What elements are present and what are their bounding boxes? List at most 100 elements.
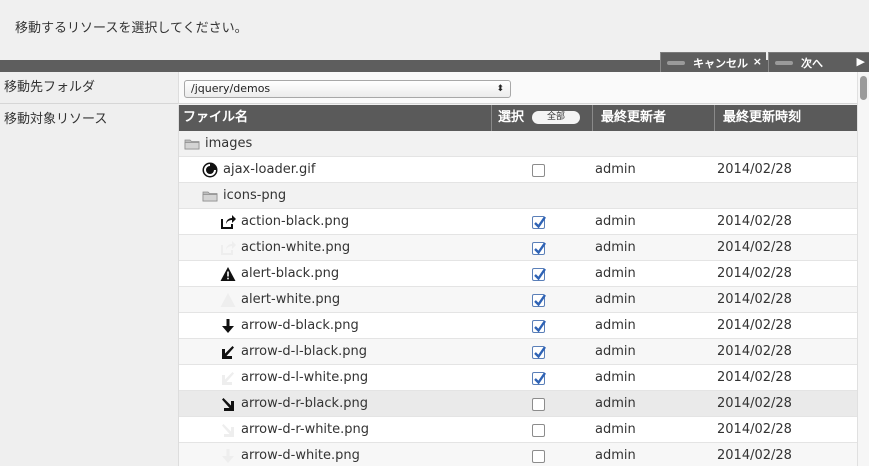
folder-name: icons-png	[223, 188, 287, 203]
folder-icon	[202, 188, 218, 204]
updater-cell: admin	[595, 396, 636, 411]
column-header-updater[interactable]: 最終更新者	[592, 105, 666, 131]
select-arrows-icon: ⬍	[496, 84, 504, 94]
updater-cell: admin	[595, 370, 636, 385]
updated-cell: 2014/02/28	[717, 214, 792, 229]
select-checkbox[interactable]	[532, 398, 545, 411]
updater-cell: admin	[595, 344, 636, 359]
updated-cell: 2014/02/28	[717, 266, 792, 281]
close-icon: ×	[752, 55, 762, 68]
select-checkbox[interactable]	[532, 164, 545, 177]
table-row[interactable]: arrow-d-l-black.png admin 2014/02/28	[179, 339, 857, 365]
table-row[interactable]: ajax-loader.gif admin 2014/02/28	[179, 157, 857, 183]
file-name: alert-white.png	[241, 292, 341, 307]
instruction-bar: 移動するリソースを選択してください。	[0, 0, 869, 60]
select-checkbox[interactable]	[532, 294, 546, 307]
table-row[interactable]: arrow-d-l-white.png admin 2014/02/28	[179, 365, 857, 391]
column-header-select: 選択 全部	[491, 105, 581, 131]
updated-cell: 2014/02/28	[717, 292, 792, 307]
next-button[interactable]: 次へ ▶	[768, 52, 869, 72]
next-button-label: 次へ	[801, 56, 823, 70]
file-name: action-white.png	[241, 240, 351, 255]
arrow-down-left-icon	[220, 344, 236, 360]
select-checkbox[interactable]	[532, 424, 545, 437]
alert-white-icon	[220, 292, 236, 308]
arrow-down-icon	[220, 318, 236, 334]
folder-label: 移動先フォルダ	[0, 72, 178, 104]
updater-cell: admin	[595, 318, 636, 333]
updater-cell: admin	[595, 448, 636, 463]
updated-cell: 2014/02/28	[717, 370, 792, 385]
updated-cell: 2014/02/28	[717, 240, 792, 255]
updated-cell: 2014/02/28	[717, 448, 792, 463]
table-header: ファイル名 選択 全部 最終更新者 最終更新時刻	[179, 105, 857, 131]
select-checkbox[interactable]	[532, 346, 546, 359]
action-white-icon	[220, 240, 236, 256]
label-column: 移動先フォルダ 移動対象リソース	[0, 72, 178, 466]
file-name: arrow-d-r-white.png	[241, 422, 370, 437]
form-area: 移動先フォルダ 移動対象リソース /jquery/demos ⬍ ファイル名 選…	[0, 72, 869, 466]
folder-row: /jquery/demos ⬍	[178, 72, 857, 104]
action-icon	[220, 214, 236, 230]
updated-cell: 2014/02/28	[717, 162, 792, 177]
folder-row[interactable]: images	[179, 131, 857, 157]
table-body: images ajax-loader.gif admin 2014/02/28 icon…	[179, 131, 857, 466]
column-header-name[interactable]: ファイル名	[183, 105, 248, 131]
cancel-button[interactable]: キャンセル ×	[660, 52, 766, 72]
folder-row[interactable]: icons-png	[179, 183, 857, 209]
updater-cell: admin	[595, 292, 636, 307]
file-name: action-black.png	[241, 214, 350, 229]
select-checkbox[interactable]	[532, 320, 546, 333]
updated-cell: 2014/02/28	[717, 422, 792, 437]
arrow-down-white-icon	[220, 448, 236, 464]
table-row[interactable]: alert-white.png admin 2014/02/28	[179, 287, 857, 313]
file-name: alert-black.png	[241, 266, 340, 281]
select-checkbox[interactable]	[532, 242, 546, 255]
grip-icon	[775, 60, 793, 65]
scrollbar-thumb[interactable]	[860, 76, 867, 100]
updated-cell: 2014/02/28	[717, 344, 792, 359]
arrow-down-right-white-icon	[220, 422, 236, 438]
select-checkbox[interactable]	[532, 372, 546, 385]
updater-cell: admin	[595, 162, 636, 177]
updater-cell: admin	[595, 214, 636, 229]
folder-name: images	[205, 136, 253, 151]
file-name: arrow-d-l-white.png	[241, 370, 369, 385]
file-name: arrow-d-l-black.png	[241, 344, 368, 359]
table-row[interactable]: action-black.png admin 2014/02/28	[179, 209, 857, 235]
table-row[interactable]: arrow-d-r-black.png admin 2014/02/28	[179, 391, 857, 417]
cancel-button-label: キャンセル	[693, 56, 748, 70]
alert-icon	[220, 266, 236, 282]
table-row[interactable]: arrow-d-black.png admin 2014/02/28	[179, 313, 857, 339]
instruction-text: 移動するリソースを選択してください。	[15, 21, 248, 36]
file-name: arrow-d-white.png	[241, 448, 360, 463]
arrow-down-right-icon	[220, 396, 236, 412]
select-checkbox[interactable]	[532, 450, 545, 463]
table-row[interactable]: alert-black.png admin 2014/02/28	[179, 261, 857, 287]
select-checkbox[interactable]	[532, 268, 546, 281]
file-name: ajax-loader.gif	[223, 162, 316, 177]
file-name: arrow-d-black.png	[241, 318, 359, 333]
column-header-select-label: 選択	[498, 110, 525, 125]
play-arrow-icon: ▶	[856, 55, 865, 68]
loader-icon	[202, 162, 218, 178]
table-row[interactable]: arrow-d-white.png admin 2014/02/28	[179, 443, 857, 466]
table-row[interactable]: arrow-d-r-white.png admin 2014/02/28	[179, 417, 857, 443]
folder-select-value: /jquery/demos	[191, 82, 271, 95]
select-checkbox[interactable]	[532, 216, 546, 229]
updater-cell: admin	[595, 266, 636, 281]
column-header-updated[interactable]: 最終更新時刻	[714, 105, 801, 131]
select-all-button[interactable]: 全部	[532, 111, 581, 124]
table-row[interactable]: action-white.png admin 2014/02/28	[179, 235, 857, 261]
folder-icon	[184, 136, 200, 152]
updated-cell: 2014/02/28	[717, 396, 792, 411]
vertical-scrollbar[interactable]	[857, 72, 869, 466]
folder-select[interactable]: /jquery/demos ⬍	[184, 80, 511, 98]
updater-cell: admin	[595, 240, 636, 255]
target-label: 移動対象リソース	[4, 112, 108, 127]
grip-icon	[667, 60, 685, 65]
updated-cell: 2014/02/28	[717, 318, 792, 333]
file-name: arrow-d-r-black.png	[241, 396, 368, 411]
arrow-down-left-white-icon	[220, 370, 236, 386]
resource-table: ファイル名 選択 全部 最終更新者 最終更新時刻 images ajax-loade…	[178, 105, 857, 466]
